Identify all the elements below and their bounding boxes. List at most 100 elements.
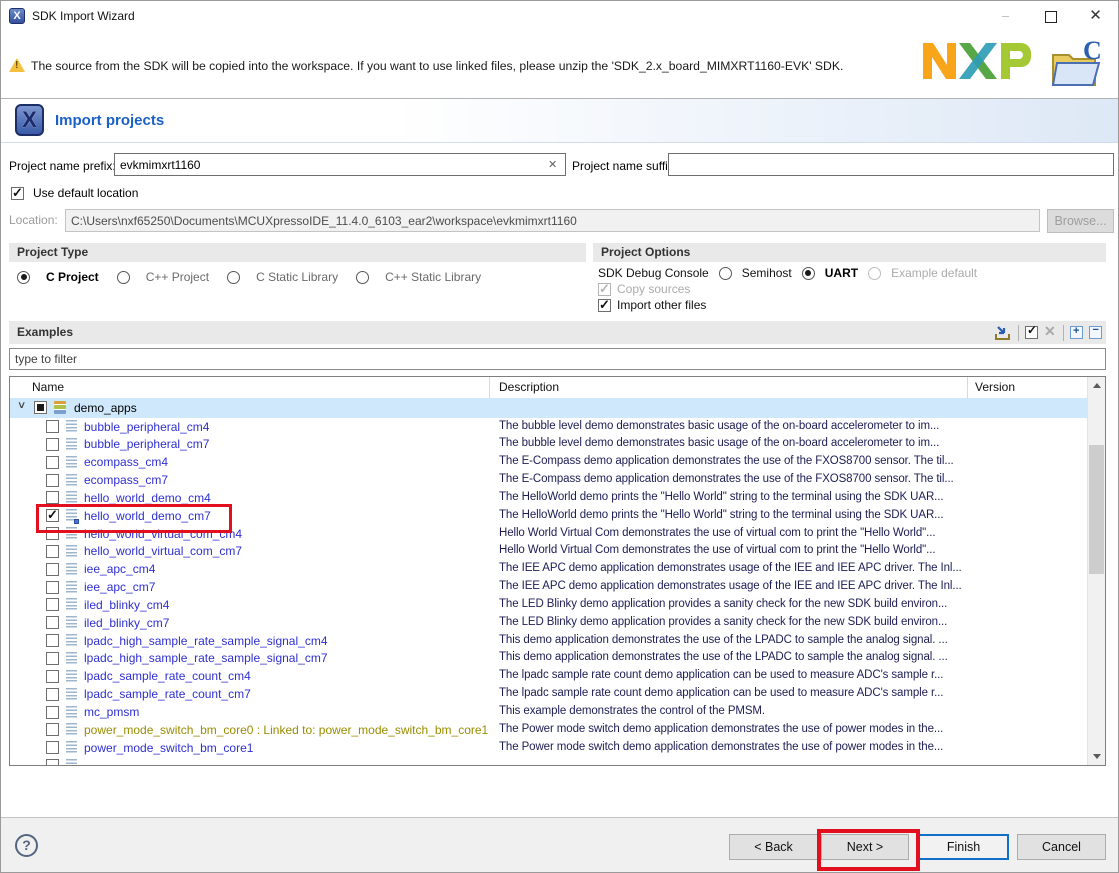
radio-label: C Project — [46, 270, 99, 284]
row-checkbox[interactable] — [46, 474, 59, 487]
chevron-down-icon[interactable]: ∨ — [17, 400, 27, 411]
example-name[interactable]: bubble_peripheral_cm4 — [84, 420, 209, 434]
example-name[interactable]: iee_apc_cm4 — [84, 562, 155, 576]
row-checkbox[interactable] — [46, 616, 59, 629]
example-name[interactable]: iee_apc_cm7 — [84, 580, 155, 594]
scroll-down-button[interactable] — [1088, 748, 1105, 765]
row-checkbox[interactable] — [46, 688, 59, 701]
radio-c-project[interactable] — [17, 271, 30, 284]
radio-example-default[interactable] — [868, 267, 881, 280]
row-checkbox[interactable] — [46, 456, 59, 469]
example-name[interactable]: iled_blinky_cm4 — [84, 598, 169, 612]
table-row[interactable]: hello_world_demo_cm4 The HelloWorld demo… — [10, 489, 1088, 507]
scroll-up-button[interactable] — [1088, 377, 1105, 394]
example-name[interactable]: power_mode_switch_bm_core0 : Linked to: … — [84, 723, 488, 737]
row-checkbox[interactable] — [46, 670, 59, 683]
table-row[interactable]: mc_pmsm This example demonstrates the co… — [10, 704, 1088, 722]
table-row[interactable]: lpadc_sample_rate_count_cm4 The lpadc sa… — [10, 668, 1088, 686]
radio-c-static-library[interactable] — [356, 271, 369, 284]
collapse-all-icon[interactable]: − — [1089, 326, 1102, 339]
example-name[interactable]: lpadc_sample_rate_count_cm7 — [84, 687, 251, 701]
tree-root-demo-apps[interactable]: ∨ demo_apps — [10, 398, 1088, 418]
close-button[interactable]: ✕ — [1073, 1, 1118, 31]
column-version[interactable]: Version — [975, 380, 1015, 394]
cancel-button[interactable]: Cancel — [1017, 834, 1106, 860]
prefix-input[interactable] — [114, 153, 566, 176]
example-name[interactable]: lpadc_high_sample_rate_sample_signal_cm7 — [84, 651, 328, 665]
table-row[interactable] — [10, 757, 1088, 765]
table-row[interactable]: iee_apc_cm7 The IEE APC demo application… — [10, 579, 1088, 597]
example-name[interactable]: power_mode_switch_bm_core1 — [84, 741, 253, 755]
example-name[interactable]: ecompass_cm4 — [84, 455, 168, 469]
checkbox-copy-sources[interactable] — [598, 283, 611, 296]
table-row[interactable]: ecompass_cm7 The E-Compass demo applicat… — [10, 472, 1088, 490]
row-checkbox[interactable] — [46, 741, 59, 754]
example-name[interactable]: hello_world_virtual_com_cm7 — [84, 544, 242, 558]
row-checkbox[interactable] — [46, 634, 59, 647]
table-row[interactable]: hello_world_virtual_com_cm4 Hello World … — [10, 525, 1088, 543]
table-row[interactable]: ecompass_cm4 The E-Compass demo applicat… — [10, 454, 1088, 472]
example-name[interactable]: hello_world_demo_cm7 — [84, 509, 211, 523]
radio-c-static-library[interactable] — [227, 271, 240, 284]
row-checkbox[interactable] — [46, 759, 59, 765]
row-checkbox[interactable] — [46, 509, 59, 522]
deselect-all-icon[interactable]: ✕ — [1044, 326, 1057, 339]
minimize-button[interactable]: – — [983, 1, 1028, 31]
row-checkbox[interactable] — [46, 723, 59, 736]
table-row[interactable]: lpadc_high_sample_rate_sample_signal_cm4… — [10, 632, 1088, 650]
table-row[interactable]: hello_world_virtual_com_cm7 Hello World … — [10, 543, 1088, 561]
row-checkbox[interactable] — [46, 581, 59, 594]
select-all-icon[interactable]: ✓ — [1025, 326, 1038, 339]
row-checkbox[interactable] — [46, 652, 59, 665]
radio-c-project[interactable] — [117, 271, 130, 284]
checkbox-import-other-files[interactable] — [598, 299, 611, 312]
expand-all-icon[interactable]: + — [1070, 326, 1083, 339]
radio-uart[interactable] — [802, 267, 815, 280]
use-default-location-checkbox[interactable] — [11, 187, 24, 200]
column-description[interactable]: Description — [499, 380, 559, 394]
suffix-input[interactable] — [668, 153, 1114, 176]
next-button[interactable]: Next > — [821, 834, 909, 860]
back-button[interactable]: < Back — [729, 834, 818, 860]
finish-button[interactable]: Finish — [918, 834, 1009, 860]
scrollbar-thumb[interactable] — [1089, 445, 1104, 574]
help-button[interactable]: ? — [15, 834, 38, 857]
example-name[interactable]: iled_blinky_cm7 — [84, 616, 169, 630]
example-name[interactable]: bubble_peripheral_cm7 — [84, 437, 209, 451]
table-row[interactable]: bubble_peripheral_cm7 The bubble level d… — [10, 436, 1088, 454]
browse-button[interactable]: Browse... — [1047, 209, 1114, 233]
example-doc-icon — [66, 456, 77, 469]
row-checkbox[interactable] — [46, 438, 59, 451]
table-row[interactable]: lpadc_high_sample_rate_sample_signal_cm7… — [10, 650, 1088, 668]
row-checkbox[interactable] — [46, 706, 59, 719]
clear-prefix-icon[interactable]: ✕ — [548, 158, 557, 171]
row-checkbox[interactable] — [46, 545, 59, 558]
row-checkbox[interactable] — [46, 420, 59, 433]
import-example-icon[interactable] — [994, 325, 1012, 341]
row-checkbox[interactable] — [46, 491, 59, 504]
filter-input[interactable] — [9, 348, 1106, 370]
table-row[interactable]: hello_world_demo_cm7 The HelloWorld demo… — [10, 507, 1088, 525]
column-name[interactable]: Name — [32, 380, 64, 394]
table-row[interactable]: iled_blinky_cm7 The LED Blinky demo appl… — [10, 614, 1088, 632]
row-checkbox[interactable] — [46, 563, 59, 576]
row-checkbox[interactable] — [46, 598, 59, 611]
table-row[interactable]: power_mode_switch_bm_core1 The Power mod… — [10, 739, 1088, 757]
table-row[interactable]: power_mode_switch_bm_core0 : Linked to: … — [10, 721, 1088, 739]
example-name[interactable]: mc_pmsm — [84, 705, 139, 719]
example-name[interactable]: hello_world_demo_cm4 — [84, 491, 211, 505]
radio-semihost[interactable] — [719, 267, 732, 280]
example-name[interactable]: hello_world_virtual_com_cm4 — [84, 527, 242, 541]
example-name[interactable]: ecompass_cm7 — [84, 473, 168, 487]
vertical-scrollbar[interactable] — [1087, 377, 1105, 765]
window-title: SDK Import Wizard — [32, 9, 135, 23]
example-name[interactable]: lpadc_high_sample_rate_sample_signal_cm4 — [84, 634, 328, 648]
maximize-button[interactable] — [1028, 1, 1073, 31]
table-row[interactable]: lpadc_sample_rate_count_cm7 The lpadc sa… — [10, 686, 1088, 704]
table-row[interactable]: iee_apc_cm4 The IEE APC demo application… — [10, 561, 1088, 579]
example-name[interactable]: lpadc_sample_rate_count_cm4 — [84, 669, 251, 683]
demo-apps-tristate-checkbox[interactable] — [34, 401, 47, 414]
table-row[interactable]: bubble_peripheral_cm4 The bubble level d… — [10, 418, 1088, 436]
row-checkbox[interactable] — [46, 527, 59, 540]
table-row[interactable]: iled_blinky_cm4 The LED Blinky demo appl… — [10, 596, 1088, 614]
